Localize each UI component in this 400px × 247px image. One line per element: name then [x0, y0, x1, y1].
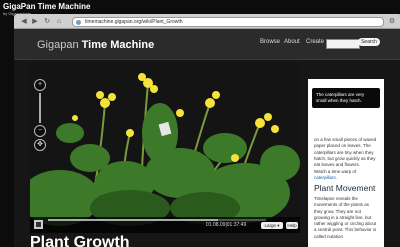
logo-light-text: Gigapan — [37, 39, 79, 51]
sidebar-link-block: Watch a time warp of caterpillars. — [314, 169, 380, 182]
sidebar-heading: Plant Movement — [314, 183, 376, 193]
play-pause-button[interactable] — [34, 220, 43, 229]
text-line: caterpillars are tiny when they — [314, 149, 374, 155]
browser-toolbar: ◀ ▶ ↻ ⌂ timemachine.gigapan.org/wiki/Pla… — [14, 14, 400, 29]
video-title: GigaPan Time Machine — [3, 2, 91, 11]
browser-window: ◀ ▶ ↻ ⌂ timemachine.gigapan.org/wiki/Pla… — [14, 14, 400, 247]
size-label: Large — [264, 223, 276, 228]
page-content: Gigapan Time Machine Browse About Create… — [14, 29, 400, 247]
reload-icon[interactable]: ↻ — [43, 18, 51, 25]
page-title: Plant Growth — [30, 234, 130, 247]
address-bar[interactable]: timemachine.gigapan.org/wiki/Plant_Growt… — [72, 17, 384, 27]
address-text: timemachine.gigapan.org/wiki/Plant_Growt… — [85, 19, 183, 25]
site-logo[interactable]: Gigapan Time Machine — [37, 39, 154, 51]
zoom-out-button[interactable]: − — [34, 125, 46, 137]
wrench-icon[interactable]: ⚙ — [388, 18, 396, 25]
zoom-controls: + − ✥ — [34, 77, 48, 153]
tooltip: The caterpillars are very small when the… — [312, 88, 380, 108]
sidebar-paragraph: on a few small pieces of waxed paper pla… — [314, 137, 380, 168]
text-line: called nutation — [314, 233, 344, 239]
back-icon[interactable]: ◀ — [20, 18, 28, 25]
text-line: a central point. This behavior is — [314, 227, 377, 233]
timeline-slider[interactable] — [48, 219, 266, 221]
pan-control-icon[interactable]: ✥ — [34, 139, 46, 151]
playback-bar: 01.08.09|01:37:49 Large ▾ Help — [30, 217, 300, 233]
home-icon[interactable]: ⌂ — [55, 18, 63, 25]
sidebar: The caterpillars are very small when the… — [308, 79, 384, 247]
nav-about[interactable]: About — [284, 39, 300, 45]
nav-create[interactable]: Create — [306, 39, 324, 45]
size-select[interactable]: Large ▾ — [261, 222, 283, 229]
timeline-progress — [48, 219, 219, 221]
search-input[interactable] — [326, 39, 360, 49]
logo-bold-text: Time Machine — [81, 39, 155, 51]
search-button[interactable]: Search — [358, 38, 380, 46]
time-display: 01.08.09|01:37:49 — [206, 222, 247, 228]
text-line: eat leaves and flowers. — [314, 162, 361, 168]
globe-icon — [76, 19, 81, 25]
help-button[interactable]: Help — [286, 222, 298, 229]
timelapse-viewer[interactable]: + − ✥ 01.08.09|01:37:49 Large ▾ Help — [30, 63, 300, 233]
zoom-in-button[interactable]: + — [34, 79, 46, 91]
zoom-slider[interactable] — [39, 93, 41, 123]
chevron-down-icon: ▾ — [277, 223, 280, 228]
sidebar-paragraph-2: Timelapse reveals the movements of the p… — [314, 196, 380, 240]
plant-timelapse-image — [30, 63, 300, 233]
site-header: Gigapan Time Machine Browse About Create… — [14, 29, 400, 60]
forward-icon[interactable]: ▶ — [31, 18, 39, 25]
nav-browse[interactable]: Browse — [260, 39, 280, 45]
text-line: paper placed on leaves. The — [314, 143, 371, 149]
time-warp-link[interactable]: caterpillars. — [314, 175, 380, 181]
